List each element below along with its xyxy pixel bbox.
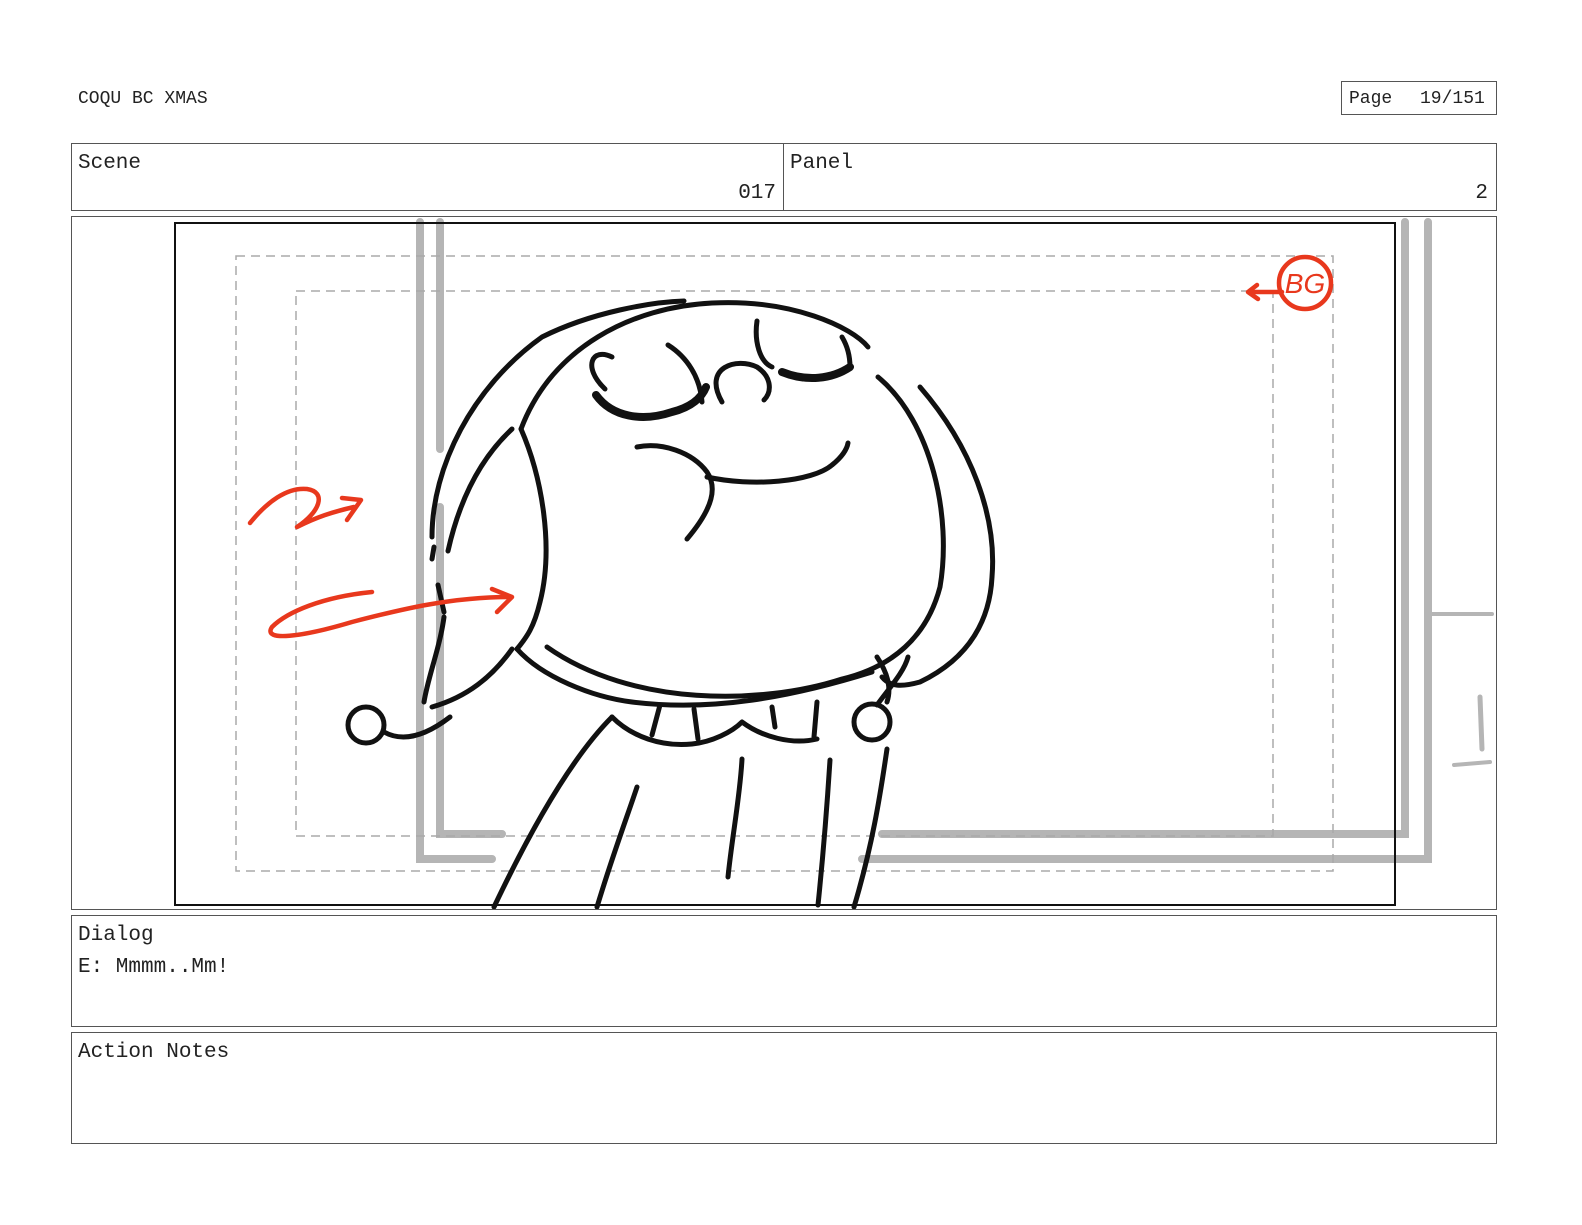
action-notes-label: Action Notes (78, 1041, 230, 1064)
scene-label: Scene (78, 152, 142, 175)
bg-annotation-text: BG (1285, 268, 1325, 299)
scene-number: 017 (738, 182, 776, 205)
dialog-box: Dialog E: Mmmm..Mm! (71, 915, 1497, 1027)
page-number: 19/151 (1420, 89, 1485, 109)
project-title: COQU BC XMAS (78, 89, 208, 109)
page-counter: Page 19/151 (1341, 81, 1497, 115)
action-notes-box: Action Notes (71, 1032, 1497, 1144)
scene-box: Scene 017 (71, 143, 785, 211)
panel-number: 2 (1475, 182, 1488, 205)
page-label: Page (1349, 89, 1393, 109)
panel-box: Panel 2 (783, 143, 1497, 211)
action-safe-area (235, 255, 1334, 872)
dialog-text: E: Mmmm..Mm! (78, 956, 230, 979)
storyboard-frame: BG (71, 216, 1497, 910)
dialog-label: Dialog (78, 924, 154, 947)
background-lines (416, 218, 1494, 863)
panel-label: Panel (790, 152, 854, 175)
red-annotations (247, 254, 1334, 639)
camera-frame (174, 222, 1396, 906)
storyboard-drawing: BG (174, 218, 1494, 909)
